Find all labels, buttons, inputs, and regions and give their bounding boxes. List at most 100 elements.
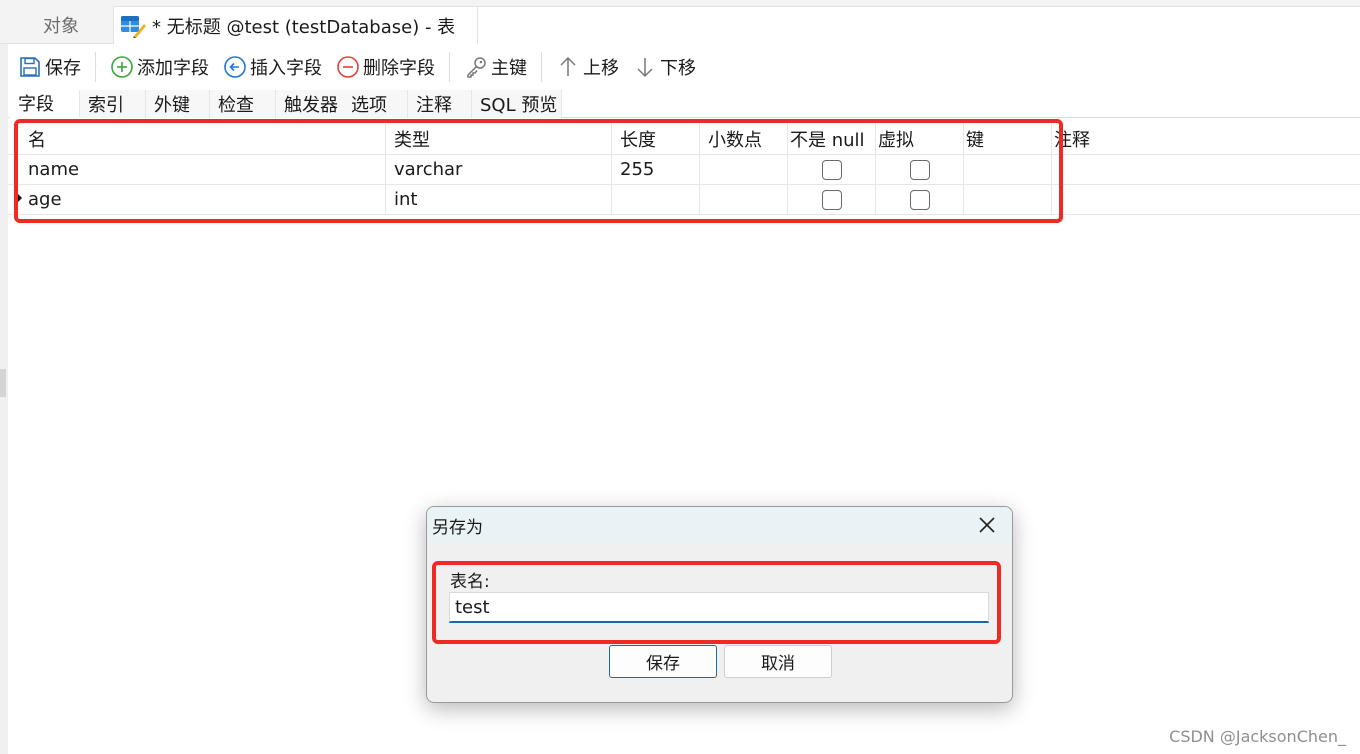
cell-comment[interactable] bbox=[1052, 185, 1352, 214]
column-header-not-null-text: 不是 null bbox=[790, 130, 865, 151]
tab-fields-label: 字段 bbox=[18, 94, 54, 115]
cell-type[interactable]: int bbox=[386, 185, 612, 214]
column-header-type-text: 类型 bbox=[394, 130, 430, 151]
table-row[interactable]: name varchar 255 bbox=[8, 155, 1360, 185]
cell-key[interactable] bbox=[964, 155, 1052, 184]
column-header-virtual-text: 虚拟 bbox=[878, 130, 914, 151]
arrow-up-icon bbox=[556, 55, 580, 79]
column-header-name[interactable]: 名 bbox=[20, 124, 386, 154]
cell-name-text: name bbox=[28, 159, 80, 180]
cell-comment[interactable] bbox=[1052, 155, 1352, 184]
dialog-cancel-button[interactable]: 取消 bbox=[724, 645, 832, 678]
move-up-label: 上移 bbox=[583, 58, 619, 79]
tab-checks[interactable]: 检查 bbox=[210, 90, 276, 118]
sidebar-collapse-handle[interactable] bbox=[0, 369, 6, 397]
column-header-type[interactable]: 类型 bbox=[386, 124, 612, 154]
toolbar-separator bbox=[449, 52, 450, 82]
cell-not-null bbox=[788, 155, 876, 184]
tab-foreign-keys-label: 外键 bbox=[154, 95, 190, 116]
not-null-checkbox[interactable] bbox=[821, 189, 842, 210]
tab-comment[interactable]: 注释 bbox=[408, 90, 472, 118]
column-header-virtual[interactable]: 虚拟 bbox=[876, 124, 964, 154]
column-header-comment-text: 注释 bbox=[1054, 130, 1090, 151]
cell-type-text: varchar bbox=[394, 159, 463, 180]
column-header-comment[interactable]: 注释 bbox=[1052, 124, 1172, 154]
table-name-input[interactable]: test bbox=[449, 592, 989, 623]
dialog-save-label: 保存 bbox=[646, 654, 680, 674]
tab-triggers[interactable]: 触发器 bbox=[276, 90, 346, 118]
insert-field-button[interactable]: 插入字段 bbox=[219, 49, 326, 85]
insert-arrow-icon bbox=[223, 55, 247, 79]
table-name-input-value: test bbox=[455, 596, 490, 618]
cell-name[interactable]: age bbox=[20, 185, 386, 214]
column-header-name-text: 名 bbox=[28, 130, 46, 151]
cell-virtual bbox=[876, 155, 964, 184]
tab-objects-label: 对象 bbox=[43, 16, 79, 37]
tab-foreign-keys[interactable]: 外键 bbox=[146, 90, 210, 118]
watermark: CSDN @JacksonChen_ bbox=[1169, 727, 1346, 746]
not-null-checkbox[interactable] bbox=[821, 159, 842, 180]
column-header-not-null[interactable]: 不是 null bbox=[788, 124, 876, 154]
virtual-checkbox[interactable] bbox=[909, 189, 930, 210]
table-name-label: 表名: bbox=[450, 572, 490, 592]
cell-name-text: age bbox=[28, 189, 62, 210]
cell-decimal[interactable] bbox=[700, 155, 788, 184]
toolbar-separator bbox=[95, 52, 96, 82]
move-up-button[interactable]: 上移 bbox=[552, 49, 623, 85]
tab-sql-preview-label: SQL 预览 bbox=[480, 95, 558, 116]
primary-key-button[interactable]: 主键 bbox=[460, 49, 531, 85]
add-circle-icon bbox=[110, 55, 134, 79]
tab-untitled-table[interactable]: * 无标题 @test (testDatabase) - 表 bbox=[113, 6, 478, 45]
grid-header-row: 名 类型 长度 小数点 不是 null 虚拟 键 注释 bbox=[8, 124, 1360, 155]
table-design-toolbar: 保存 添加字段 插入字段 删除字段 主键 上移 下移 bbox=[8, 44, 1360, 90]
move-down-button[interactable]: 下移 bbox=[629, 49, 700, 85]
insert-field-label: 插入字段 bbox=[250, 58, 322, 79]
add-field-label: 添加字段 bbox=[137, 58, 209, 79]
delete-field-button[interactable]: 删除字段 bbox=[332, 49, 439, 85]
save-button[interactable]: 保存 bbox=[14, 49, 85, 85]
column-header-key-text: 键 bbox=[966, 130, 984, 151]
column-header-length[interactable]: 长度 bbox=[612, 124, 700, 154]
dialog-cancel-label: 取消 bbox=[761, 654, 795, 674]
column-header-decimal-text: 小数点 bbox=[708, 130, 762, 151]
cell-length-text: 255 bbox=[620, 159, 655, 180]
tab-untitled-label: * 无标题 @test (testDatabase) - 表 bbox=[152, 17, 456, 38]
table-design-icon bbox=[120, 14, 146, 38]
remove-circle-icon bbox=[336, 55, 360, 79]
save-icon bbox=[18, 55, 42, 79]
primary-key-label: 主键 bbox=[491, 58, 527, 79]
cell-length[interactable] bbox=[612, 185, 700, 214]
left-gutter bbox=[0, 44, 8, 754]
column-header-decimal[interactable]: 小数点 bbox=[700, 124, 788, 154]
tab-triggers-label: 触发器 bbox=[284, 95, 338, 116]
key-icon bbox=[464, 55, 488, 79]
column-header-length-text: 长度 bbox=[620, 130, 656, 151]
save-button-label: 保存 bbox=[45, 58, 81, 79]
column-header-key[interactable]: 键 bbox=[964, 124, 1052, 154]
tab-sql-preview[interactable]: SQL 预览 bbox=[472, 90, 562, 118]
tab-indexes[interactable]: 索引 bbox=[80, 90, 146, 118]
cell-not-null bbox=[788, 185, 876, 214]
virtual-checkbox[interactable] bbox=[909, 159, 930, 180]
document-tab-bar: 对象 * 无标题 @test (testDatabase) - 表 bbox=[0, 0, 1360, 45]
tab-options[interactable]: 选项 bbox=[343, 90, 408, 118]
cell-key[interactable] bbox=[964, 185, 1052, 214]
tab-comment-label: 注释 bbox=[416, 95, 452, 116]
cell-name[interactable]: name bbox=[20, 155, 386, 184]
table-row[interactable]: age int bbox=[8, 185, 1360, 215]
table-design-subtabs: 字段 索引 外键 检查 触发器 选项 注释 SQL 预览 bbox=[8, 90, 1360, 118]
close-icon[interactable] bbox=[974, 512, 1000, 538]
cell-length[interactable]: 255 bbox=[612, 155, 700, 184]
tab-bar-empty-area bbox=[478, 6, 1360, 44]
dialog-save-button[interactable]: 保存 bbox=[609, 645, 717, 678]
add-field-button[interactable]: 添加字段 bbox=[106, 49, 213, 85]
dialog-title: 另存为 bbox=[432, 517, 483, 538]
save-as-dialog: 另存为 表名: test 保存 取消 bbox=[426, 506, 1013, 703]
cell-type[interactable]: varchar bbox=[386, 155, 612, 184]
toolbar-separator bbox=[541, 52, 542, 82]
cell-decimal[interactable] bbox=[700, 185, 788, 214]
move-down-label: 下移 bbox=[660, 58, 696, 79]
tab-fields[interactable]: 字段 bbox=[10, 90, 80, 118]
tab-indexes-label: 索引 bbox=[88, 95, 124, 116]
tab-objects[interactable]: 对象 bbox=[10, 6, 112, 44]
